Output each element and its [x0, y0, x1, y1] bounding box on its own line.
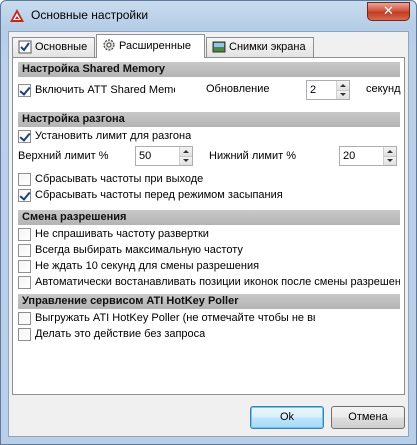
- overclock-limit-checkbox[interactable]: [18, 130, 31, 143]
- spin-up-icon[interactable]: [384, 147, 396, 156]
- close-icon: ✕: [383, 3, 394, 18]
- title-bar[interactable]: Основные настройки ✕: [1, 1, 416, 29]
- reset-on-exit-checkbox[interactable]: [18, 173, 31, 186]
- upper-limit-spinner[interactable]: 50: [135, 146, 193, 166]
- section-resolution: Смена разрешения: [18, 210, 400, 225]
- gear-icon: [103, 39, 115, 51]
- resolution-option-label: Не спрашивать частоту развертки: [35, 228, 209, 240]
- upper-limit-label: Верхний лимит %: [18, 150, 109, 162]
- dialog-body: Основные Расширенные Снимки экрана Настр…: [8, 31, 409, 437]
- tab-basic-label: Основные: [35, 41, 88, 53]
- section-shared-memory: Настройка Shared Memory: [18, 62, 400, 77]
- tab-advanced-label: Расширенные: [119, 40, 191, 52]
- window-title: Основные настройки: [31, 8, 149, 22]
- spin-down-icon[interactable]: [384, 156, 396, 165]
- spin-down-icon[interactable]: [337, 90, 349, 99]
- update-label: Обновление: [206, 83, 270, 95]
- advanced-panel: Настройка Shared Memory Включить АТТ Sha…: [12, 57, 405, 395]
- resolution-option-label: Автоматически востанавливать позиции ико…: [35, 276, 400, 288]
- section-hotkey-poller: Управление сервисом ATI HotKey Poller: [18, 294, 400, 309]
- enable-shared-memory-checkbox[interactable]: [18, 84, 31, 97]
- screenshot-icon: [212, 41, 226, 53]
- resolution-option-checkbox[interactable]: [18, 276, 31, 289]
- tab-strip: Основные Расширенные Снимки экрана: [12, 34, 407, 58]
- resolution-option-checkbox[interactable]: [18, 244, 31, 257]
- unload-hotkey-checkbox[interactable]: [18, 312, 31, 325]
- overclock-limit-label: Установить лимит для разгона: [35, 130, 192, 142]
- unload-hotkey-label: Выгружать ATI HotKey Poller (не отмечайт…: [35, 312, 315, 324]
- spin-up-icon[interactable]: [337, 81, 349, 90]
- ok-button[interactable]: Ok: [250, 406, 324, 429]
- lower-limit-value: 20: [343, 150, 356, 162]
- tab-advanced[interactable]: Расширенные: [96, 34, 205, 58]
- app-icon: [10, 9, 24, 22]
- reset-on-sleep-checkbox[interactable]: [18, 189, 31, 202]
- lower-limit-label: Нижний лимит %: [209, 150, 297, 162]
- resolution-option-label: Не ждать 10 секунд для смены разрешения: [35, 260, 260, 272]
- resolution-option-checkbox[interactable]: [18, 228, 31, 241]
- update-interval-value: 2: [310, 84, 317, 96]
- tab-screenshots[interactable]: Снимки экрана: [206, 37, 314, 57]
- upper-limit-value: 50: [139, 150, 152, 162]
- settings-window: Основные настройки ✕ Основные Расширенны…: [0, 0, 417, 445]
- no-prompt-label: Делать это действие без запроса: [35, 328, 206, 340]
- close-button[interactable]: ✕: [367, 2, 410, 21]
- spin-down-icon[interactable]: [180, 156, 192, 165]
- tab-basic[interactable]: Основные: [12, 37, 95, 57]
- no-prompt-checkbox[interactable]: [18, 328, 31, 341]
- spin-up-icon[interactable]: [180, 147, 192, 156]
- reset-on-exit-label: Сбрасывать частоты при выходе: [35, 173, 204, 185]
- lower-limit-spinner[interactable]: 20: [339, 146, 397, 166]
- checklist-icon: [18, 40, 32, 54]
- enable-shared-memory-label: Включить АТТ Shared Memo: [35, 84, 175, 96]
- update-unit-label: секунд: [366, 83, 401, 95]
- update-interval-spinner[interactable]: 2: [306, 80, 350, 100]
- reset-on-sleep-label: Сбрасывать частоты перед режимом засыпан…: [35, 189, 283, 201]
- cancel-button[interactable]: Отмена: [331, 406, 405, 429]
- section-overclock: Настройка разгона: [18, 112, 400, 127]
- resolution-option-checkbox[interactable]: [18, 260, 31, 273]
- tab-screenshots-label: Снимки экрана: [229, 41, 306, 53]
- resolution-option-label: Всегда выбирать максимальную частоту: [35, 244, 243, 256]
